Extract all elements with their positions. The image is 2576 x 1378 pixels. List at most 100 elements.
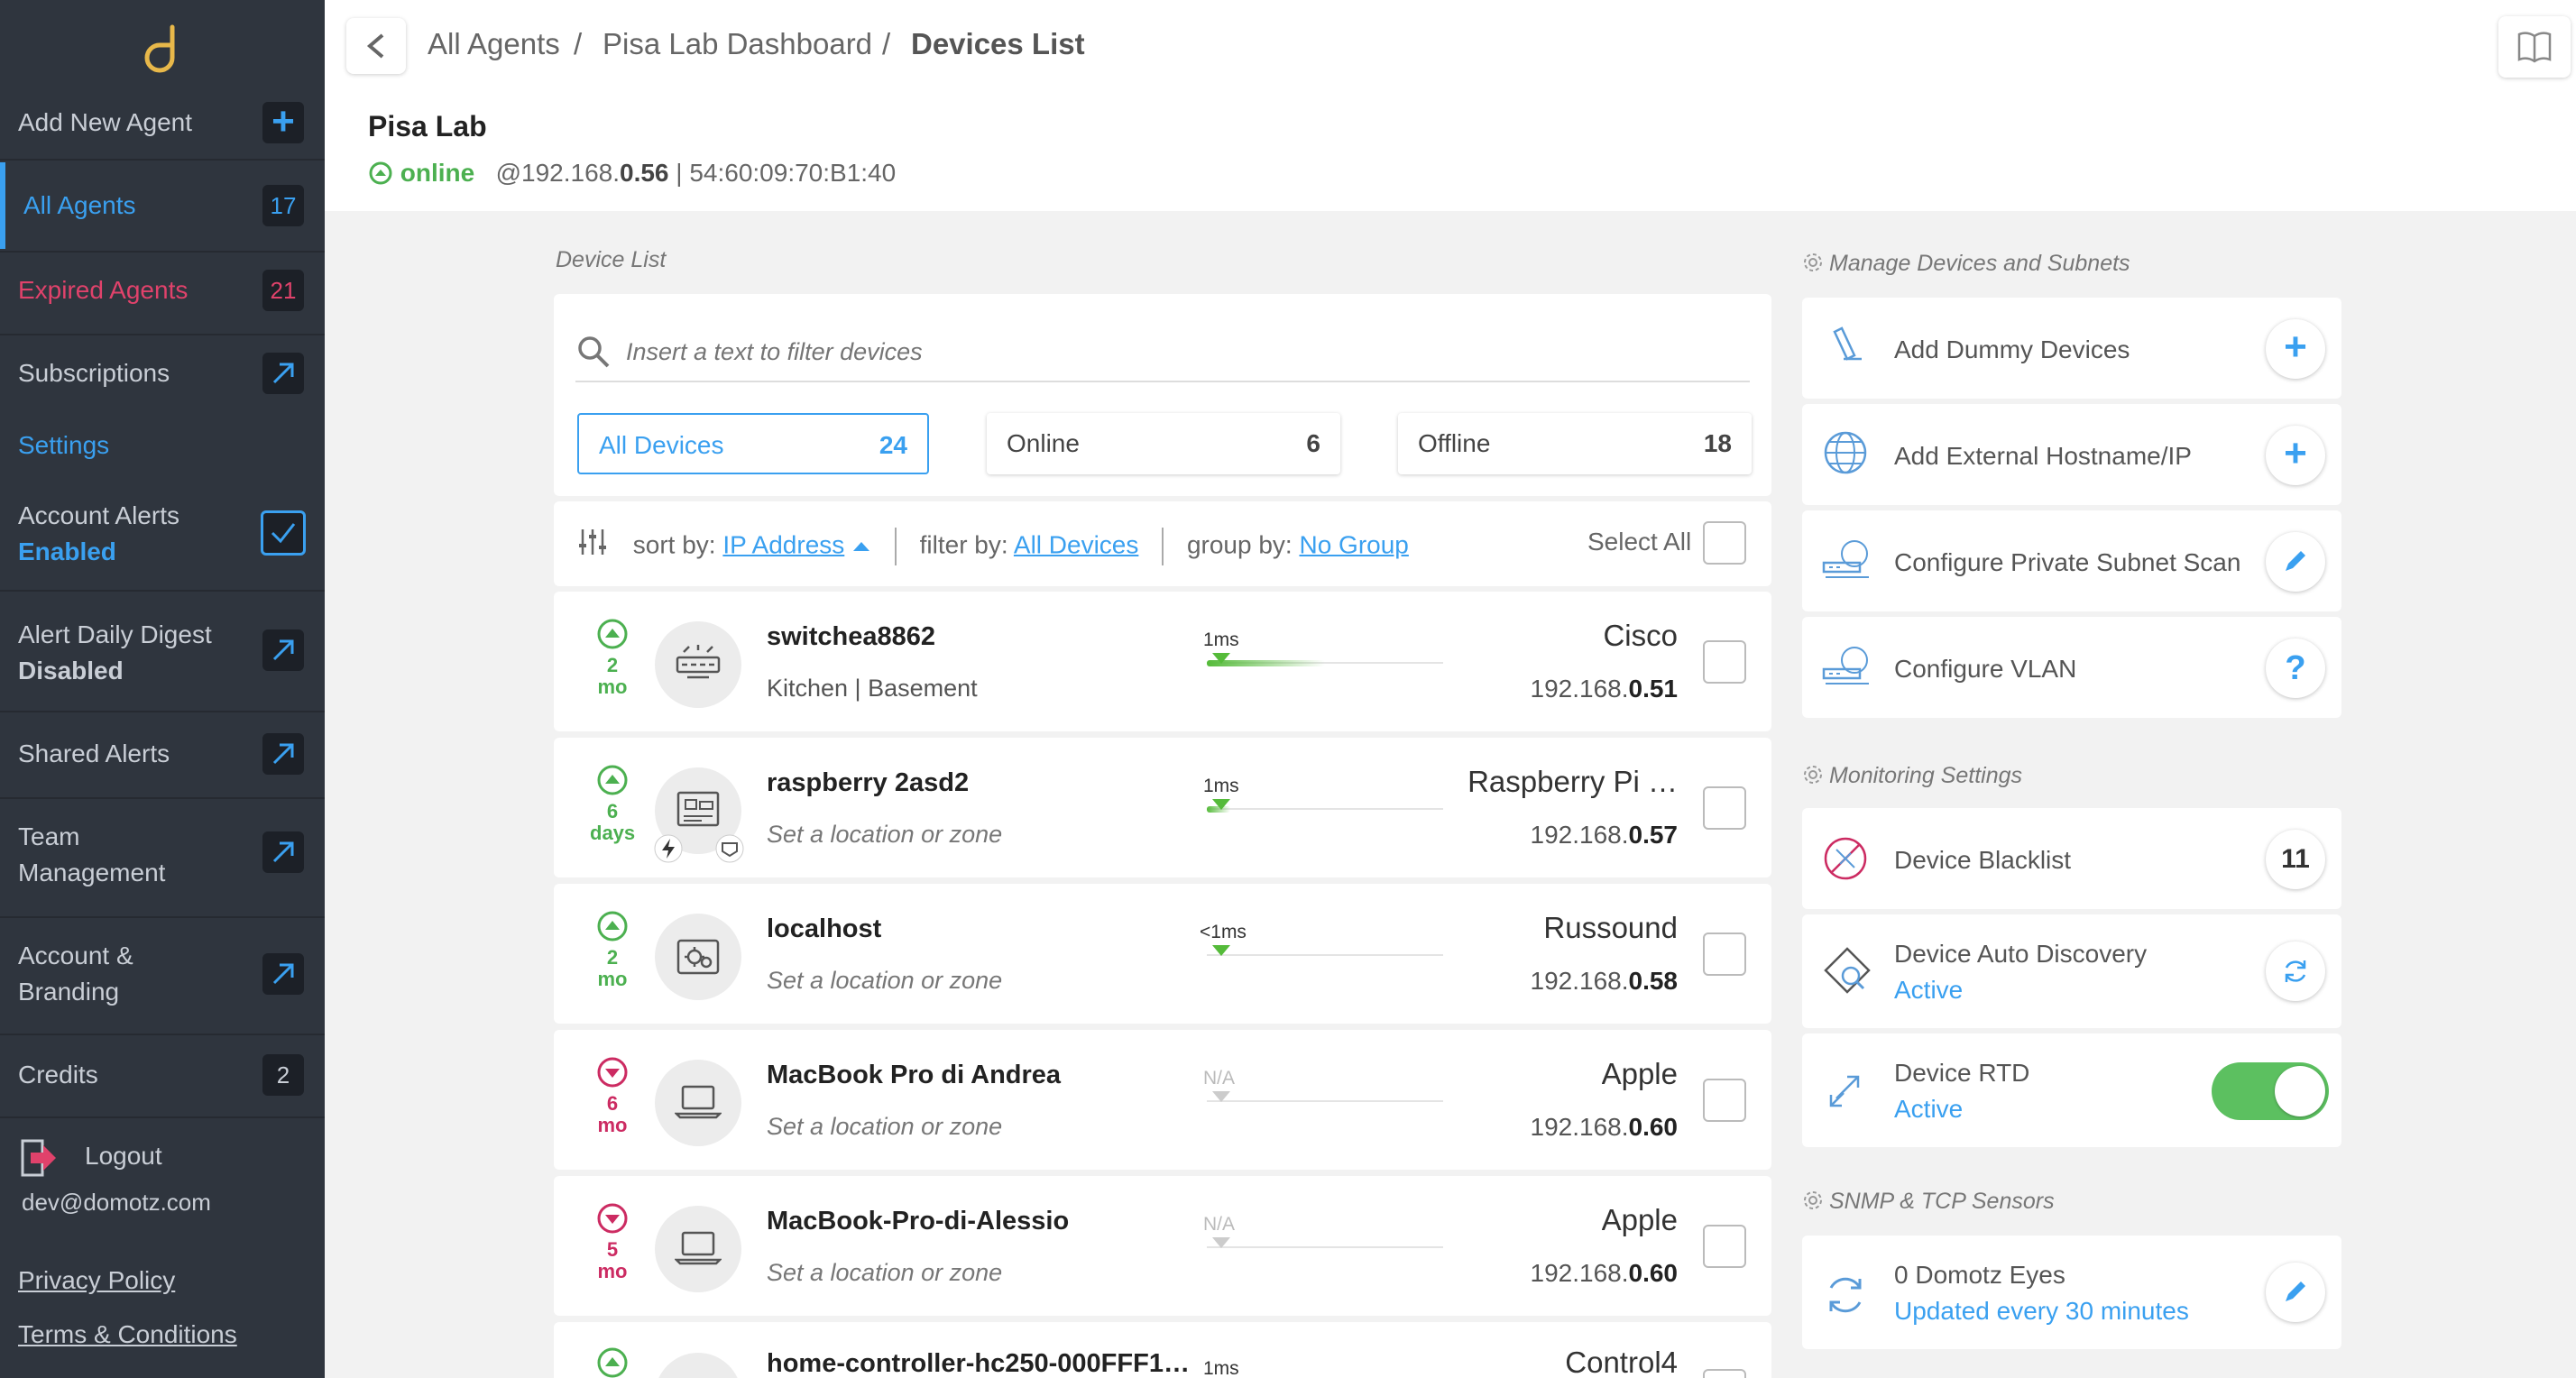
auto-discovery-icon (1824, 947, 1871, 994)
sidebar-divider (0, 797, 325, 799)
device-location[interactable]: Set a location or zone (767, 967, 1002, 995)
expired-agents-count-badge: 21 (262, 270, 304, 311)
sidebar-item-label: Subscriptions (18, 359, 170, 387)
sidebar-item-account-branding[interactable]: Account & Branding (0, 938, 325, 1010)
vlan-help-button[interactable]: ? (2266, 638, 2325, 698)
device-select-checkbox[interactable] (1703, 1079, 1746, 1122)
add-external-host-item[interactable]: Add External Hostname/IP + (1802, 404, 2341, 505)
device-select-checkbox[interactable] (1703, 932, 1746, 976)
tab-online[interactable]: Online 6 (987, 413, 1340, 474)
add-external-host-button[interactable]: + (2266, 426, 2325, 485)
status-up-icon (597, 911, 628, 942)
sidebar-item-all-agents[interactable]: All Agents 17 (0, 185, 325, 226)
sidebar-item-label: Team (18, 822, 80, 850)
settings-heading: Settings (0, 427, 325, 464)
device-avatar (655, 621, 741, 708)
documentation-button[interactable] (2498, 16, 2571, 78)
device-select-checkbox[interactable] (1703, 786, 1746, 830)
logout-button[interactable]: Logout (0, 1138, 325, 1178)
group-by-dropdown[interactable]: No Group (1299, 530, 1408, 558)
credits-count-badge: 2 (262, 1054, 304, 1096)
device-rtd-toggle[interactable] (2212, 1062, 2329, 1120)
tab-offline[interactable]: Offline 18 (1398, 413, 1752, 474)
monitoring-settings-heading: Monitoring Settings (1802, 763, 2022, 789)
breadcrumb-separator: / (574, 27, 583, 60)
latency-marker-icon (1212, 1091, 1230, 1102)
add-dummy-devices-item[interactable]: Add Dummy Devices + (1802, 298, 2341, 399)
pencil-icon (2286, 1282, 2305, 1301)
device-row[interactable]: 2 mo switchea8862 Kitchen | Basement 1ms… (554, 592, 1771, 731)
external-link-icon[interactable] (262, 733, 304, 775)
device-row[interactable]: 6 days raspberry 2asd2 Set a location or… (554, 738, 1771, 877)
device-name[interactable]: raspberry 2asd2 (767, 768, 969, 798)
breadcrumb-dashboard[interactable]: Pisa Lab Dashboard (603, 27, 872, 61)
sort-ascending-icon[interactable] (851, 540, 871, 553)
device-location[interactable]: Kitchen | Basement (767, 675, 978, 703)
sidebar-item-team-management[interactable]: Team Management (0, 819, 325, 891)
privacy-policy-link[interactable]: Privacy Policy (18, 1266, 175, 1295)
sidebar-item-add-agent[interactable]: Add New Agent + (0, 102, 325, 143)
device-auto-discovery-item[interactable]: Device Auto Discovery Active (1802, 914, 2341, 1028)
external-link-icon[interactable] (262, 629, 304, 671)
sidebar-item-shared-alerts[interactable]: Shared Alerts (0, 733, 325, 775)
device-row[interactable]: 6 mo MacBook Pro di Andrea Set a locatio… (554, 1030, 1771, 1170)
device-name[interactable]: switchea8862 (767, 622, 935, 652)
device-search-input[interactable] (626, 334, 1749, 370)
auto-discovery-refresh-button[interactable] (2266, 942, 2325, 1001)
select-all-checkbox[interactable] (1703, 521, 1746, 565)
device-select-checkbox[interactable] (1703, 640, 1746, 684)
device-row[interactable]: 2 mo localhost Set a location or zone <1… (554, 884, 1771, 1024)
device-name[interactable]: MacBook-Pro-di-Alessio (767, 1207, 1069, 1236)
sort-divider (1162, 528, 1164, 565)
sidebar-item-credits[interactable]: Credits 2 (0, 1054, 325, 1096)
device-name[interactable]: localhost (767, 914, 881, 944)
blacklist-count-button[interactable]: 11 (2266, 830, 2325, 889)
external-link-icon[interactable] (262, 353, 304, 394)
latency-marker-icon (1212, 799, 1230, 810)
edit-subnet-scan-button[interactable] (2266, 532, 2325, 592)
sidebar-divider (0, 711, 325, 712)
alert-digest-status: Disabled (18, 657, 124, 684)
domotz-logo-icon[interactable] (140, 23, 185, 74)
device-location[interactable]: Set a location or zone (767, 821, 1002, 849)
device-row[interactable]: 5 mo MacBook-Pro-di-Alessio Set a locati… (554, 1176, 1771, 1316)
device-latency: 1ms (1203, 629, 1239, 650)
toggle-knob (2275, 1066, 2325, 1116)
status-age-unit: mo (597, 1114, 628, 1136)
filter-by-dropdown[interactable]: All Devices (1014, 530, 1138, 558)
domotz-eyes-item[interactable]: 0 Domotz Eyes Updated every 30 minutes (1802, 1236, 2341, 1349)
add-dummy-devices-button[interactable]: + (2266, 319, 2325, 379)
device-name[interactable]: MacBook Pro di Andrea (767, 1061, 1061, 1090)
status-up-icon (597, 619, 628, 649)
sidebar-item-alert-digest[interactable]: Alert Daily Digest Disabled (0, 617, 325, 689)
add-agent-plus-icon[interactable]: + (262, 102, 304, 143)
device-blacklist-item[interactable]: Device Blacklist 11 (1802, 808, 2341, 909)
sidebar-item-account-alerts[interactable]: Account Alerts Enabled (0, 498, 325, 570)
breadcrumb-separator: / (882, 27, 891, 60)
device-select-checkbox[interactable] (1703, 1369, 1746, 1378)
edit-domotz-eyes-button[interactable] (2266, 1263, 2325, 1322)
back-button[interactable] (346, 18, 406, 74)
device-rtd-item[interactable]: Device RTD Active (1802, 1034, 2341, 1147)
device-location[interactable]: Set a location or zone (767, 1113, 1002, 1141)
account-alerts-checkbox[interactable] (261, 510, 306, 556)
gear-icon (1804, 1191, 1822, 1209)
sidebar-item-subscriptions[interactable]: Subscriptions (0, 353, 325, 394)
sidebar-item-expired-agents[interactable]: Expired Agents 21 (0, 270, 325, 311)
book-icon (2517, 32, 2552, 63)
configure-vlan-item[interactable]: Configure VLAN ? (1802, 617, 2341, 718)
private-subnet-scan-item[interactable]: Configure Private Subnet Scan (1802, 510, 2341, 611)
terms-link[interactable]: Terms & Conditions (18, 1320, 237, 1349)
breadcrumb-all-agents[interactable]: All Agents (428, 27, 560, 61)
external-link-icon[interactable] (262, 831, 304, 873)
external-link-icon[interactable] (262, 953, 304, 995)
device-row[interactable]: home-controller-hc250-000FFF1… 1ms Contr… (554, 1322, 1771, 1378)
sort-by-dropdown[interactable]: IP Address (722, 530, 844, 558)
tab-all-devices[interactable]: All Devices 24 (577, 413, 929, 474)
logout-label: Logout (85, 1142, 162, 1170)
device-location[interactable]: Set a location or zone (767, 1259, 1002, 1287)
sliders-icon[interactable] (577, 528, 608, 556)
server-gears-icon (676, 939, 720, 975)
device-select-checkbox[interactable] (1703, 1225, 1746, 1268)
device-name[interactable]: home-controller-hc250-000FFF1… (767, 1349, 1190, 1378)
